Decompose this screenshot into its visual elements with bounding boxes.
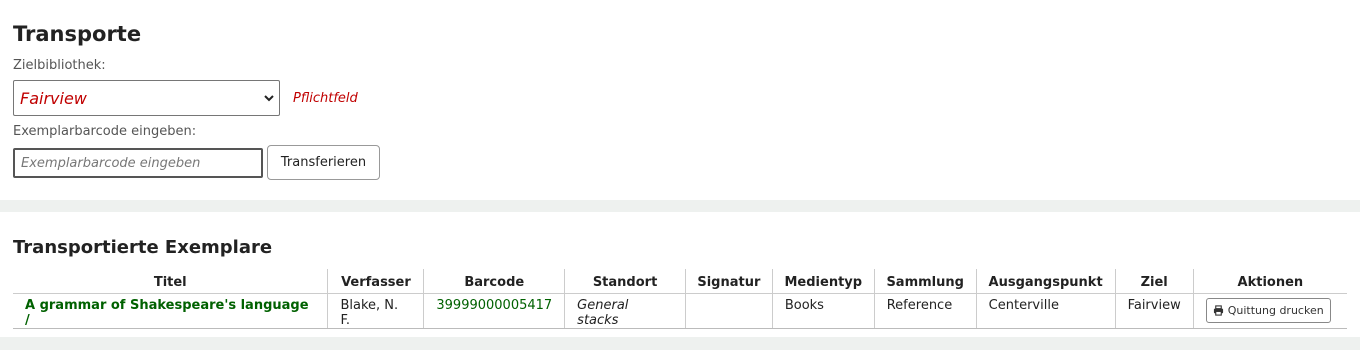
column-header-barcode[interactable]: Barcode xyxy=(423,269,565,294)
cell-barcode: 39999000005417 xyxy=(423,293,565,329)
table-header-row: Titel Verfasser Barcode Standort Signatu… xyxy=(13,269,1347,294)
column-header-author[interactable]: Verfasser xyxy=(327,269,424,294)
cell-location: General stacks xyxy=(564,293,686,329)
cell-itemtype: Books xyxy=(771,293,875,329)
column-header-from[interactable]: Ausgangspunkt xyxy=(975,269,1116,294)
transfers-table: Titel Verfasser Barcode Standort Signatu… xyxy=(13,269,1347,329)
bottom-divider xyxy=(0,337,1360,350)
printer-icon xyxy=(1213,305,1223,316)
transfer-form-panel: Transporte Zielbibliothek: Fairview Pfli… xyxy=(0,0,1360,200)
cell-actions: Quittung drucken xyxy=(1192,293,1347,329)
title-link[interactable]: A grammar of Shakespeare's language / xyxy=(25,298,309,328)
section-divider xyxy=(0,200,1360,212)
transferred-items-panel: Transportierte Exemplare Titel Verfasser… xyxy=(0,212,1360,337)
column-header-to[interactable]: Ziel xyxy=(1114,269,1194,294)
required-indicator: Pflichtfeld xyxy=(293,91,358,106)
column-header-collection[interactable]: Sammlung xyxy=(873,269,977,294)
section-heading: Transportierte Exemplare xyxy=(13,237,273,258)
barcode-input[interactable] xyxy=(13,148,263,178)
cell-title: A grammar of Shakespeare's language / xyxy=(13,293,328,329)
library-select[interactable]: Fairview xyxy=(13,80,280,116)
cell-from: Centerville xyxy=(975,293,1116,329)
table-row: A grammar of Shakespeare's language / Bl… xyxy=(13,293,1347,329)
cell-callnumber xyxy=(684,293,773,329)
print-slip-label: Quittung drucken xyxy=(1227,304,1324,317)
cell-to: Fairview xyxy=(1114,293,1194,329)
library-select-value: Fairview xyxy=(20,88,87,108)
cell-author: Blake, N. F. xyxy=(327,293,424,329)
column-header-location[interactable]: Standort xyxy=(564,269,686,294)
column-header-title[interactable]: Titel xyxy=(13,269,328,294)
column-header-callnumber[interactable]: Signatur xyxy=(684,269,773,294)
print-slip-button[interactable]: Quittung drucken xyxy=(1205,298,1331,323)
cell-collection: Reference xyxy=(873,293,977,329)
library-label: Zielbibliothek: xyxy=(13,58,106,73)
column-header-itemtype[interactable]: Medientyp xyxy=(771,269,875,294)
transfer-button[interactable]: Transferieren xyxy=(267,145,380,180)
page-title: Transporte xyxy=(13,22,142,46)
chevron-down-icon xyxy=(264,95,274,102)
barcode-label: Exemplarbarcode eingeben: xyxy=(13,124,197,139)
column-header-actions: Aktionen xyxy=(1192,269,1347,294)
